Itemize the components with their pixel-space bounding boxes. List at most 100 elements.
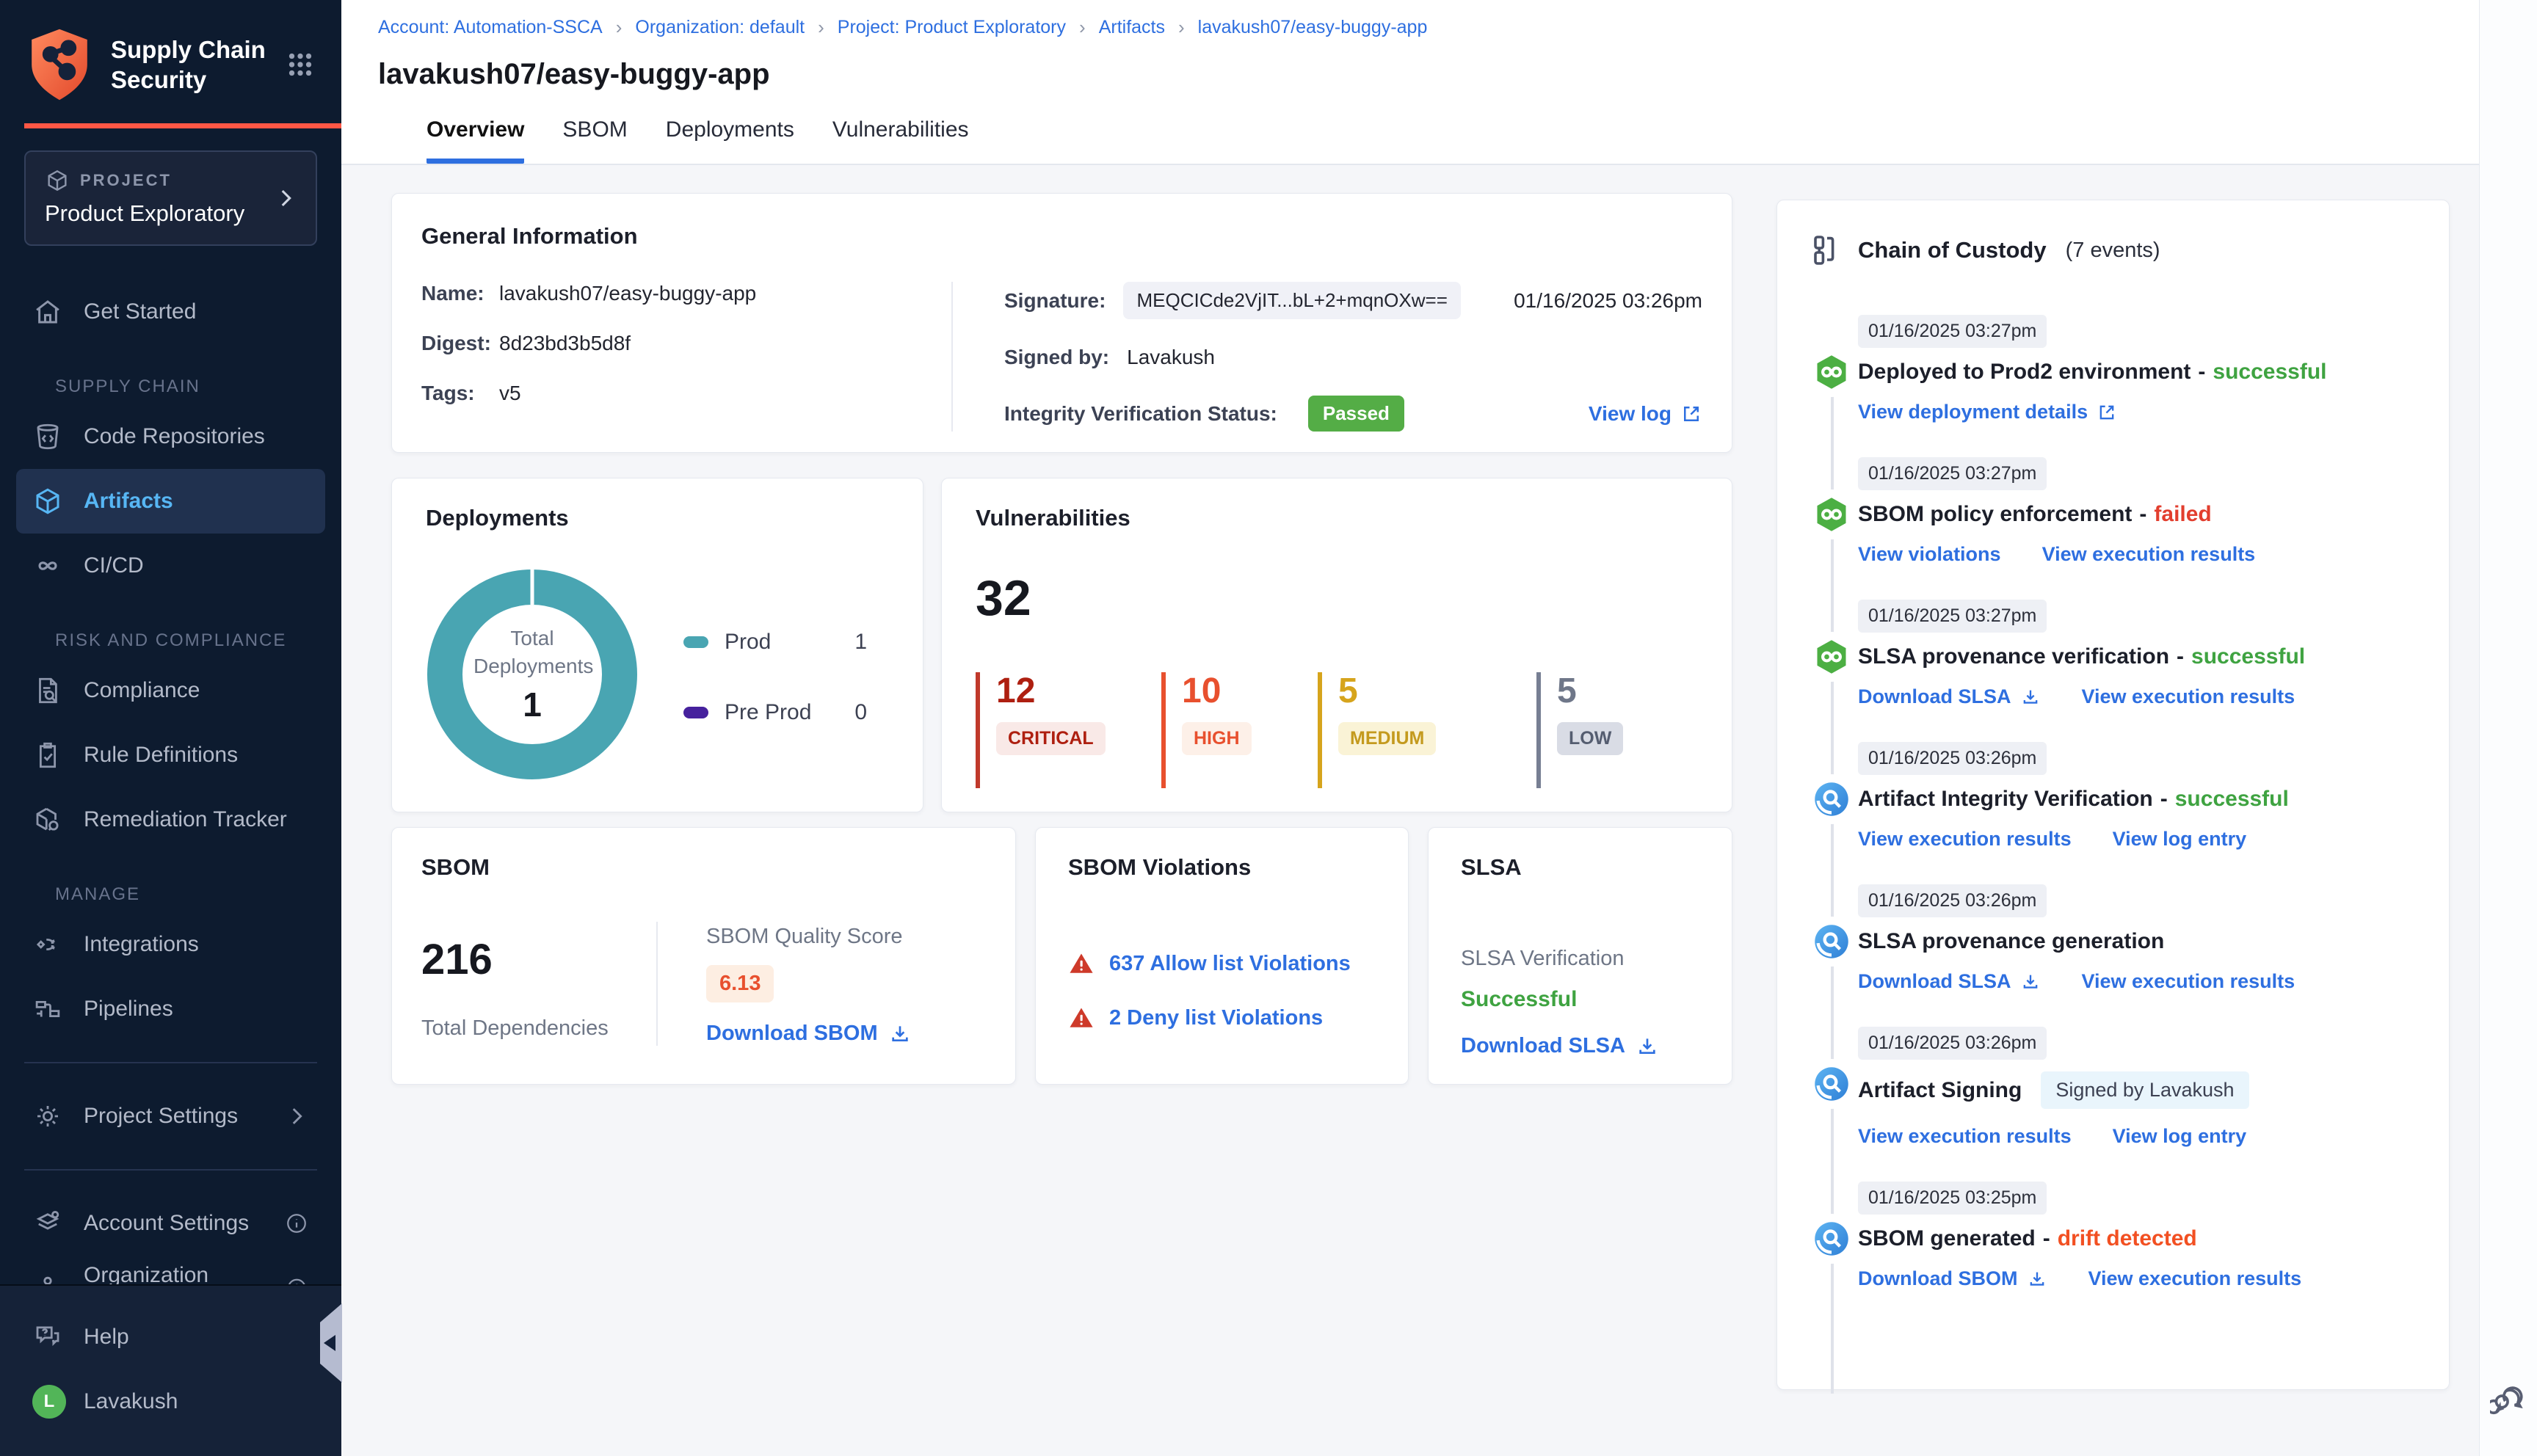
view-log-entry-link[interactable]: View log entry (2113, 828, 2247, 851)
legend-value: 1 (854, 630, 867, 654)
view-deployment-details-link[interactable]: View deployment details (1858, 401, 2117, 423)
link-label: View execution results (2081, 970, 2295, 992)
infinity-icon (38, 561, 57, 570)
warning-triangle-icon (1070, 953, 1093, 973)
view-execution-results-link[interactable]: View execution results (2082, 970, 2295, 993)
download-sbom-link[interactable]: Download SBOM (706, 1022, 912, 1046)
pre-prod-swatch (683, 707, 708, 718)
deny-list-violations-label: 2 Deny list Violations (1109, 1005, 1324, 1030)
tags-label: Tags: (421, 382, 475, 404)
dash: - (2160, 787, 2168, 811)
view-execution-results-link[interactable]: View execution results (2082, 685, 2295, 708)
sidebar-item-label: Help (84, 1325, 129, 1349)
project-selector[interactable]: PROJECT Product Exploratory (24, 150, 317, 246)
breadcrumb-account[interactable]: Account: Automation-SSCA (378, 17, 603, 38)
sidebar-item-user[interactable]: L Lavakush (16, 1369, 325, 1434)
feedback-chat-icon[interactable] (2490, 1380, 2528, 1418)
card-title: Vulnerabilities (976, 505, 1130, 531)
link-label: Download SLSA (1858, 970, 2011, 992)
download-icon (2023, 690, 2037, 704)
collapse-arrow-icon (324, 1335, 335, 1351)
legend-item-prod: Prod 1 (683, 630, 867, 655)
severity-row: 12 CRITICAL 10 HIGH 5 MEDIUM 5 LOW (976, 672, 1698, 788)
document-search-icon (39, 677, 57, 704)
sidebar-item-label: Account Settings (84, 1211, 250, 1235)
download-slsa-link[interactable]: Download SLSA (1858, 685, 2041, 708)
project-name: Product Exploratory (45, 200, 245, 226)
cd-pipeline-icon (1807, 457, 1858, 566)
sidebar-item-remediation-tracker[interactable]: Remediation Tracker (16, 787, 325, 852)
breadcrumb-organization[interactable]: Organization: default (635, 17, 805, 38)
view-log-entry-link[interactable]: View log entry (2113, 1125, 2247, 1148)
cd-pipeline-icon (1807, 600, 1858, 708)
integrity-label: Integrity Verification Status: (1004, 401, 1277, 425)
sbom-quality-score-value: 6.13 (706, 965, 774, 1002)
signature-value-chip: MEQCICde2VjIT...bL+2+mqnOXw== (1123, 282, 1461, 319)
tab-vulnerabilities[interactable]: Vulnerabilities (832, 117, 969, 164)
breadcrumb-current[interactable]: lavakush07/easy-buggy-app (1198, 17, 1428, 38)
download-slsa-link[interactable]: Download SLSA (1461, 1034, 1699, 1058)
link-label: Download SLSA (1858, 685, 2011, 707)
event-status: successful (2174, 787, 2289, 811)
download-slsa-link[interactable]: Download SLSA (1858, 970, 2041, 993)
home-icon (36, 300, 59, 324)
help-chat-icon (36, 1326, 59, 1347)
view-log-link[interactable]: View log (1589, 402, 1702, 426)
event-timestamp: 01/16/2025 03:26pm (1858, 742, 2047, 775)
signature-label: Signature: (1004, 288, 1106, 312)
event-title: SLSA provenance generation (1858, 929, 2165, 953)
severity-badge: HIGH (1182, 722, 1252, 755)
sidebar-item-project-settings[interactable]: Project Settings (16, 1084, 325, 1149)
event-title: SBOM policy enforcement (1858, 502, 2133, 526)
view-execution-results-link[interactable]: View execution results (1858, 828, 2072, 851)
custody-event: 01/16/2025 03:26pm Artifact Signing Sign… (1807, 1027, 2420, 1148)
signature-row: Signature: MEQCICde2VjIT...bL+2+mqnOXw==… (1004, 282, 1702, 319)
tab-overview[interactable]: Overview (427, 117, 525, 164)
scan-magnifier-icon (1807, 1182, 1858, 1290)
slsa-card: SLSA SLSA Verification Successful Downlo… (1428, 827, 1732, 1085)
sidebar-item-label: Compliance (84, 678, 200, 702)
nav-section-supply-chain: SUPPLY CHAIN (55, 376, 200, 396)
sidebar-item-help[interactable]: Help (16, 1305, 325, 1369)
vulnerabilities-total: 32 (976, 570, 1031, 626)
sidebar-item-compliance[interactable]: Compliance (16, 658, 325, 723)
download-icon (891, 1025, 908, 1041)
view-execution-results-link[interactable]: View execution results (1858, 1125, 2072, 1148)
sidebar-item-get-started[interactable]: Get Started (16, 280, 325, 344)
sidebar-item-label: Artifacts (84, 489, 173, 513)
view-violations-link[interactable]: View violations (1858, 543, 2001, 566)
breadcrumb-project[interactable]: Project: Product Exploratory (838, 17, 1066, 38)
sidebar-item-account-settings[interactable]: Account Settings (16, 1191, 325, 1256)
sidebar: Supply Chain Security PROJECT Product Ex… (0, 0, 342, 1456)
signed-by-value: Lavakush (1127, 346, 1215, 368)
sidebar-item-integrations[interactable]: Integrations (16, 912, 325, 977)
module-grid-icon[interactable] (283, 48, 317, 81)
allow-list-violations-link[interactable]: 637 Allow list Violations (1068, 951, 1376, 976)
sidebar-item-rule-definitions[interactable]: Rule Definitions (16, 723, 325, 787)
accent-divider (24, 123, 341, 128)
info-icon[interactable] (284, 1211, 309, 1236)
external-link-icon (2099, 405, 2114, 419)
tab-sbom[interactable]: SBOM (562, 117, 627, 164)
custody-event: 01/16/2025 03:27pm SBOM policy enforceme… (1807, 457, 2420, 566)
download-sbom-link[interactable]: Download SBOM (1858, 1267, 2047, 1290)
sidebar-item-artifacts[interactable]: Artifacts (16, 469, 325, 534)
allow-list-violations-label: 637 Allow list Violations (1109, 951, 1351, 975)
download-icon (2030, 1272, 2044, 1286)
donut-total-value: 1 (523, 685, 542, 724)
app-root: Supply Chain Security PROJECT Product Ex… (0, 0, 2537, 1456)
sidebar-item-code-repositories[interactable]: Code Repositories (16, 404, 325, 469)
content: General Information Name: lavakush07/eas… (341, 165, 2537, 1394)
event-title: SLSA provenance verification (1858, 644, 2170, 669)
signed-by-label: Signed by: (1004, 346, 1110, 368)
sidebar-item-pipelines[interactable]: Pipelines (16, 977, 325, 1041)
view-execution-results-link[interactable]: View execution results (2088, 1267, 2302, 1290)
breadcrumb-artifacts[interactable]: Artifacts (1099, 17, 1165, 38)
view-execution-results-link[interactable]: View execution results (2042, 543, 2256, 566)
tab-deployments[interactable]: Deployments (666, 117, 794, 164)
deny-list-violations-link[interactable]: 2 Deny list Violations (1068, 1005, 1376, 1030)
link-label: View execution results (1858, 1125, 2072, 1147)
sidebar-item-cicd[interactable]: CI/CD (16, 534, 325, 598)
code-repo-icon (37, 423, 59, 450)
event-title: Artifact Signing (1858, 1077, 2022, 1102)
